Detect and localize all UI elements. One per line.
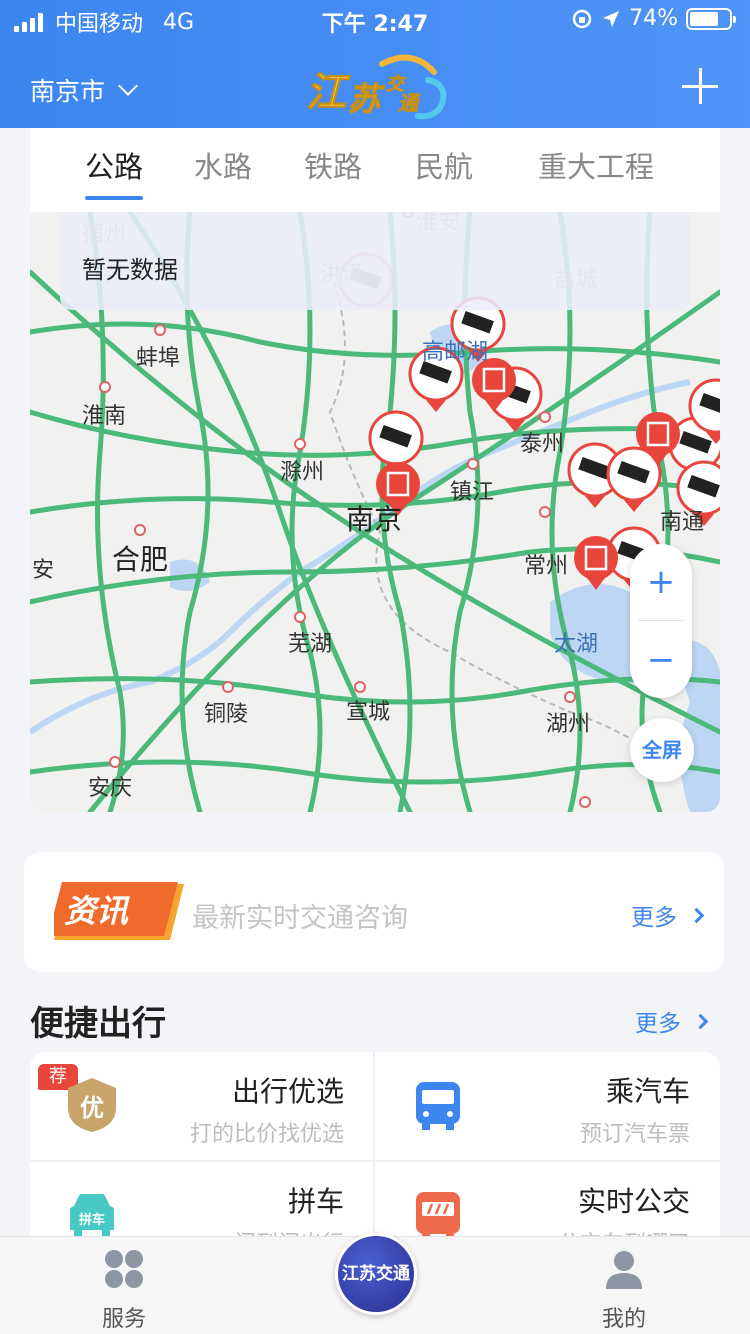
svg-text:通: 通 (398, 91, 421, 115)
map-label: 南京 (346, 503, 403, 536)
bottom-navigation: 服务 江苏交通 我的 (0, 1233, 750, 1334)
quick-travel-more-label: 更多 (635, 1011, 681, 1037)
map-label: 铜陵 (204, 702, 249, 727)
svg-text:江: 江 (306, 69, 351, 116)
no-data-notice: 暂无数据 (60, 212, 690, 310)
zoom-control: + − (630, 544, 692, 698)
news-badge-text: 资讯 (64, 892, 130, 930)
map-label: 南通 (660, 510, 705, 535)
badge-you-icon: 优 (68, 1078, 116, 1132)
svg-text:苏: 苏 (348, 80, 385, 118)
nav-home-text: 江苏交通 (342, 1264, 410, 1284)
city-selector[interactable]: 南京市 (30, 72, 138, 108)
map-label: 芜湖 (288, 632, 333, 657)
map-label: 蚌埠 (136, 346, 181, 371)
section-title: 便捷出行 (30, 1004, 166, 1044)
badge-you-text: 优 (80, 1094, 104, 1122)
status-bar: 中国移动 4G 下午 2:47 74% (0, 0, 750, 40)
map-label: 镇江 (450, 480, 495, 505)
news-more-label: 更多 (631, 905, 677, 931)
news-badge-icon: 资讯 (54, 882, 184, 940)
map-label: 安庆 (88, 776, 133, 801)
location-arrow-icon (603, 10, 620, 27)
map-label: 合肥 (112, 543, 169, 576)
service-subtitle: 打的比价找优选 (189, 1122, 344, 1147)
tab-aviation[interactable]: 民航 (415, 144, 473, 186)
tab-waterway[interactable]: 水路 (194, 144, 252, 186)
service-subtitle: 预订汽车票 (579, 1122, 690, 1147)
clock: 下午 2:47 (321, 12, 429, 37)
service-title: 拼车 (287, 1185, 344, 1218)
nav-service[interactable]: 服务 (64, 1247, 184, 1333)
fullscreen-button[interactable]: 全屏 (630, 718, 694, 782)
user-icon (606, 1251, 642, 1289)
news-headline: 最新实时交通咨询 (192, 903, 408, 934)
jiangsu-transport-logo: 江 苏 交 通 (306, 54, 447, 120)
service-title: 实时公交 (577, 1185, 690, 1218)
nav-home-logo[interactable]: 江苏交通 (335, 1233, 417, 1315)
no-data-text: 暂无数据 (82, 256, 178, 284)
grid-divider (30, 1160, 720, 1162)
add-button[interactable] (682, 68, 718, 104)
tab-highway[interactable]: 公路 (85, 144, 144, 200)
service-title: 乘汽车 (605, 1075, 690, 1108)
nav-mine-label: 我的 (601, 1307, 646, 1332)
battery-percent: 74% (629, 6, 678, 31)
chevron-down-icon (118, 76, 138, 96)
traffic-map[interactable]: 宿州 淮安 洪泽 盐城 高邮湖 蚌埠 淮南 泰州 滁州 镇江 南京 合肥 安 常… (30, 212, 720, 812)
carpool-icon-text: 拼车 (79, 1212, 105, 1228)
bus-icon (416, 1082, 460, 1130)
service-grid-icon (105, 1250, 143, 1288)
city-name: 南京市 (30, 77, 106, 106)
map-label: 安 (32, 558, 55, 583)
map-label: 泰州 (520, 432, 565, 457)
service-bus-ticket[interactable]: 乘汽车 预订汽车票 (376, 1052, 720, 1160)
chevron-right-icon (692, 1013, 709, 1029)
nav-service-label: 服务 (101, 1307, 146, 1332)
tab-railway[interactable]: 铁路 (304, 144, 362, 186)
service-trip-select[interactable]: 荐 优 出行优选 打的比价找优选 (30, 1052, 374, 1160)
map-label: 宣城 (346, 700, 391, 725)
map-label: 太湖 (554, 632, 599, 657)
news-card[interactable]: 资讯 最新实时交通咨询 更多 (24, 852, 724, 972)
zoom-in-button[interactable]: + (630, 544, 692, 620)
transport-tabs: 公路 水路 铁路 民航 重大工程 (30, 128, 720, 212)
news-more-link[interactable]: 更多 (631, 898, 705, 932)
battery-icon (686, 7, 736, 30)
chevron-right-icon (688, 907, 705, 923)
nav-mine[interactable]: 我的 (564, 1247, 684, 1333)
zoom-divider (638, 620, 684, 621)
map-label: 淮南 (82, 404, 127, 429)
map-label: 滁州 (280, 460, 325, 485)
tab-major-projects[interactable]: 重大工程 (538, 144, 654, 186)
map-label: 常州 (524, 554, 569, 579)
map-label: 湖州 (546, 712, 591, 737)
map-label: 高邮湖 (422, 340, 489, 365)
zoom-out-button[interactable]: − (630, 622, 692, 698)
quick-travel-more-link[interactable]: 更多 (635, 1004, 709, 1038)
app-header: 中国移动 4G 下午 2:47 74% 南京市 江 苏 交 通 (0, 0, 750, 128)
orientation-lock-icon (572, 9, 592, 28)
service-title: 出行优选 (231, 1075, 344, 1108)
